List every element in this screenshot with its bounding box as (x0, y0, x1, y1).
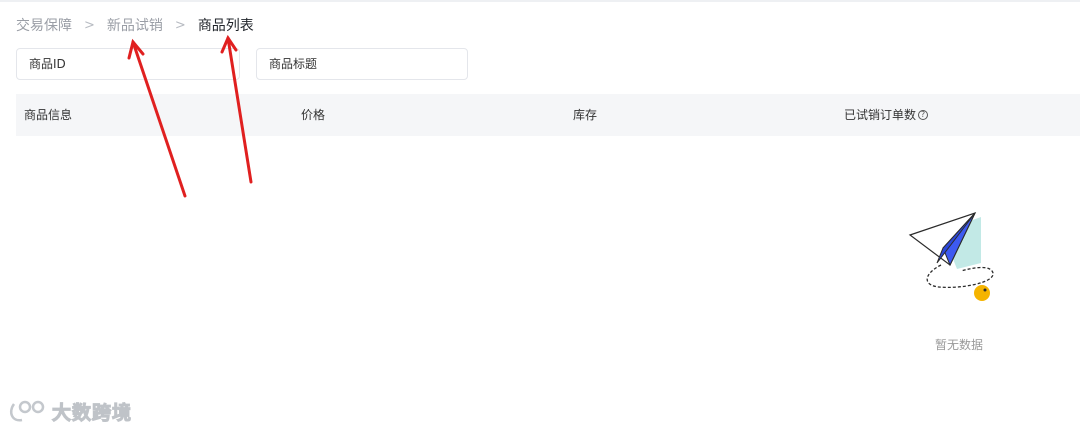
column-header-product-info: 商品信息 (24, 108, 73, 122)
table-header: 商品信息 价格 库存 已试销订单数 ? (16, 94, 1080, 136)
column-header-price: 价格 (301, 108, 326, 122)
product-title-input[interactable]: 商品标题 (256, 48, 468, 80)
breadcrumb-item-trade-guarantee[interactable]: 交易保障 (16, 15, 72, 35)
breadcrumb-item-product-list: 商品列表 (197, 18, 254, 34)
empty-state-text: 暂无数据 (935, 338, 984, 352)
column-header-stock: 库存 (573, 108, 598, 122)
question-circle-icon[interactable]: ? (918, 110, 929, 120)
watermark: 大数跨境 (8, 398, 132, 424)
watermark-logo-icon (10, 400, 45, 422)
breadcrumb-item-new-product-trial[interactable]: 新品试销 (107, 15, 163, 35)
top-divider (0, 0, 1080, 2)
breadcrumb-separator: > (84, 17, 95, 33)
watermark-text: 大数跨境 (51, 401, 133, 424)
breadcrumb-separator: > (174, 17, 186, 33)
product-id-input[interactable]: 商品ID (16, 48, 240, 80)
paper-plane-icon (908, 211, 994, 301)
breadcrumb: 交易保障 > 新品试销 > 商品列表 (16, 14, 254, 36)
column-header-trial-orders: 已试销订单数 ? (844, 94, 929, 136)
